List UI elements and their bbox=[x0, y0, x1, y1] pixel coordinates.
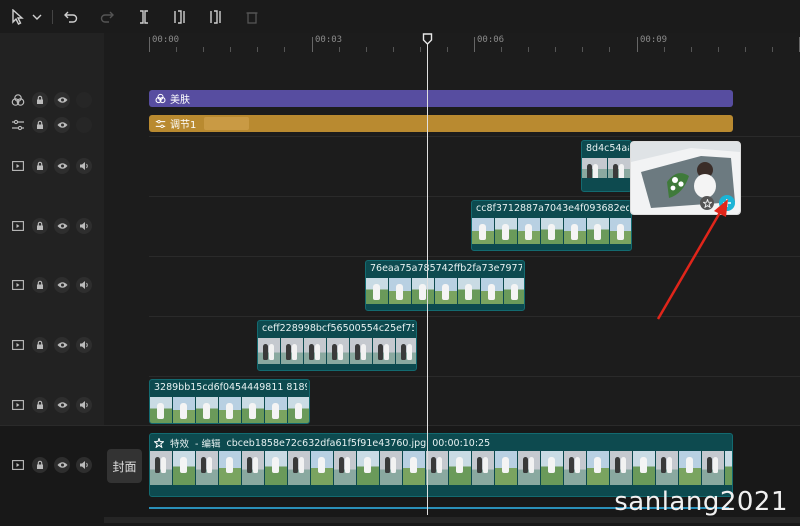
playhead-handle[interactable] bbox=[422, 33, 433, 45]
trim-left-icon[interactable] bbox=[171, 8, 189, 26]
eye-icon[interactable] bbox=[54, 218, 70, 234]
dropdown-chevron-icon[interactable] bbox=[31, 8, 43, 26]
volume-icon[interactable] bbox=[76, 397, 92, 413]
eye-icon[interactable] bbox=[54, 158, 70, 174]
redo-icon[interactable] bbox=[98, 8, 116, 26]
volume-icon[interactable] bbox=[76, 218, 92, 234]
volume-icon[interactable] bbox=[76, 337, 92, 353]
video-track-icon bbox=[10, 218, 26, 234]
track-header-adjust bbox=[10, 117, 92, 133]
track-header-effect bbox=[10, 92, 92, 108]
lock-icon[interactable] bbox=[32, 92, 48, 108]
select-pointer-icon[interactable] bbox=[10, 8, 26, 26]
lock-icon[interactable] bbox=[32, 218, 48, 234]
track-header-video bbox=[10, 218, 92, 234]
adjust-track-icon bbox=[10, 117, 26, 133]
adjust-icon bbox=[155, 119, 166, 128]
video-track-icon bbox=[10, 397, 26, 413]
eye-icon[interactable] bbox=[54, 92, 70, 108]
lock-icon[interactable] bbox=[32, 277, 48, 293]
cover-button[interactable]: 封面 bbox=[107, 449, 142, 483]
disabled-slot bbox=[76, 92, 92, 108]
split-icon[interactable] bbox=[135, 8, 153, 26]
eye-icon[interactable] bbox=[54, 117, 70, 133]
effect-tag: 特效 bbox=[170, 439, 190, 450]
eye-icon[interactable] bbox=[54, 457, 70, 473]
eye-icon[interactable] bbox=[54, 277, 70, 293]
lock-icon[interactable] bbox=[32, 337, 48, 353]
volume-icon[interactable] bbox=[76, 277, 92, 293]
adjust-clip-label: 调节1 bbox=[170, 120, 197, 131]
ruler-label: 00:00 bbox=[152, 35, 180, 45]
track-header-video bbox=[10, 277, 92, 293]
track-header-video bbox=[10, 397, 92, 413]
clip-title: 8d4c54aa bbox=[586, 143, 629, 154]
delete-icon[interactable] bbox=[243, 8, 261, 26]
track-header-video bbox=[10, 337, 92, 353]
lock-icon[interactable] bbox=[32, 457, 48, 473]
volume-icon[interactable] bbox=[76, 457, 92, 473]
toolbar-divider bbox=[52, 10, 53, 24]
track-header-main bbox=[10, 457, 92, 473]
video-clip[interactable]: ceff228998bcf56500554c25ef75f791 bbox=[257, 320, 417, 371]
effect-star-icon bbox=[154, 438, 164, 448]
volume-icon[interactable] bbox=[76, 158, 92, 174]
clip-title: 76eaa75a785742ffb2fa73e79770b2l bbox=[370, 263, 522, 274]
clip-filename: cbceb1858e72c632dfa61f5f91e43760.jpg bbox=[226, 437, 427, 449]
lock-icon[interactable] bbox=[32, 158, 48, 174]
video-clip[interactable]: cc8f3712887a7043e4f093682edd66 bbox=[471, 200, 632, 251]
trim-right-icon[interactable] bbox=[206, 8, 224, 26]
effect-clip-label: 美肤 bbox=[170, 95, 190, 106]
clip-title: ceff228998bcf56500554c25ef75f791 bbox=[262, 323, 414, 334]
clip-title: 3289bb15cd6f0454449811 8189b7ae bbox=[154, 382, 307, 393]
video-track-icon bbox=[10, 277, 26, 293]
video-track-icon bbox=[10, 457, 26, 473]
effect-icon bbox=[155, 93, 166, 104]
ruler-label: 00:03 bbox=[315, 35, 343, 45]
ruler-label: 00:09 bbox=[640, 35, 668, 45]
horizontal-scrollbar[interactable] bbox=[104, 517, 800, 523]
annotation-arrow bbox=[656, 199, 728, 320]
video-clip[interactable]: 76eaa75a785742ffb2fa73e79770b2l bbox=[365, 260, 525, 311]
timeline-toolbar bbox=[0, 0, 800, 34]
effect-clip[interactable]: 美肤 bbox=[149, 90, 733, 107]
watermark-text: sanlang2021 bbox=[614, 487, 788, 517]
eye-icon[interactable] bbox=[54, 397, 70, 413]
undo-icon[interactable] bbox=[62, 8, 80, 26]
lock-icon[interactable] bbox=[32, 117, 48, 133]
track-header-video bbox=[10, 158, 92, 174]
playhead[interactable] bbox=[427, 40, 428, 515]
clip-duration: 00:00:10:25 bbox=[432, 437, 491, 449]
video-track-icon bbox=[10, 158, 26, 174]
video-clip[interactable]: 3289bb15cd6f0454449811 8189b7ae bbox=[149, 379, 310, 424]
eye-icon[interactable] bbox=[54, 337, 70, 353]
video-clip[interactable]: 8d4c54aa bbox=[581, 140, 632, 192]
time-ruler[interactable]: 00:00 00:03 00:06 00:09 bbox=[149, 33, 800, 53]
main-clip-header: 特效 - 编辑 cbceb1858e72c632dfa61f5f91e43760… bbox=[154, 436, 730, 450]
video-track-icon bbox=[10, 337, 26, 353]
lock-icon[interactable] bbox=[32, 397, 48, 413]
effect-track-icon bbox=[10, 92, 26, 108]
clip-title: cc8f3712887a7043e4f093682edd66 bbox=[476, 203, 629, 214]
ruler-label: 00:06 bbox=[477, 35, 505, 45]
edit-tag: - 编辑 bbox=[195, 439, 221, 450]
disabled-slot bbox=[76, 117, 92, 133]
adjust-clip[interactable]: 调节1 bbox=[149, 115, 733, 132]
